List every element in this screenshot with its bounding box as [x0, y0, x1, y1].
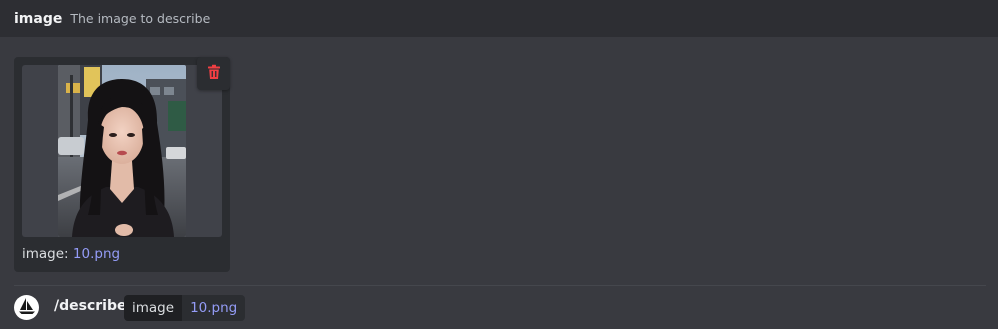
attachment-filename: 10.png [72, 246, 121, 262]
command-bar: /describe image 10.png [0, 287, 998, 329]
attachment-preview[interactable] [22, 65, 222, 237]
option-name: image [14, 10, 63, 27]
attachment-card: image: 10.png [14, 57, 230, 272]
divider [14, 285, 986, 286]
attachment-label: image: 10.png [22, 246, 120, 262]
trash-icon [206, 64, 222, 84]
parameter-name: image [124, 295, 183, 321]
command-parameter-chip[interactable]: image 10.png [124, 295, 246, 321]
bot-avatar[interactable] [14, 295, 39, 320]
option-header: image The image to describe [0, 0, 998, 37]
parameter-value: 10.png [182, 295, 246, 321]
attachment-image [58, 65, 186, 237]
sailboat-logo-icon [17, 296, 37, 320]
command-name: /describe [54, 298, 127, 314]
attachment-label-prefix: image: [22, 246, 69, 262]
slash-command-composer: image The image to describe image: 10.pn… [0, 0, 998, 329]
option-description: The image to describe [70, 11, 211, 26]
delete-attachment-button[interactable] [197, 57, 230, 90]
